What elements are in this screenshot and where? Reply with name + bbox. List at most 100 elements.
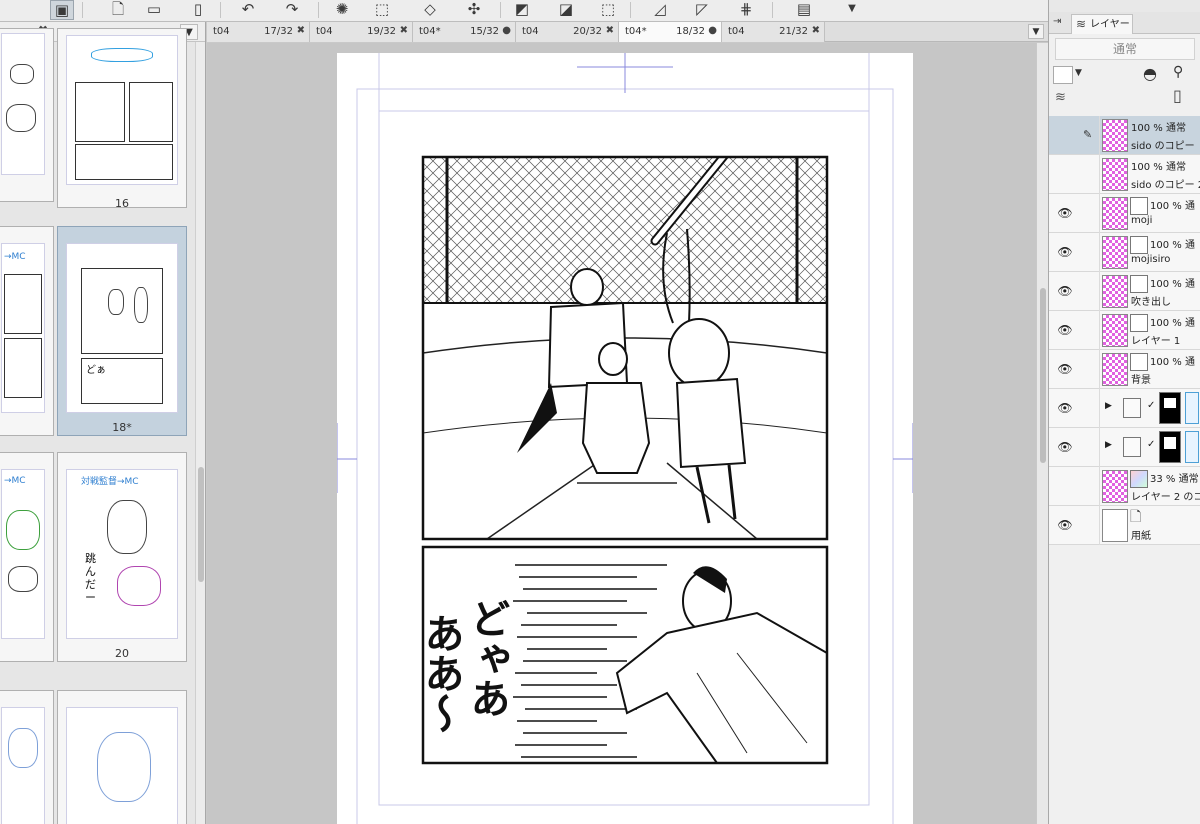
layer-row[interactable]: ✎ 100 % 通常 sido のコピー	[1049, 116, 1200, 155]
select-icon[interactable]: ◪	[554, 0, 578, 20]
export-icon[interactable]: ▤	[792, 0, 816, 20]
eye-icon[interactable]: 👁	[1054, 283, 1076, 299]
edit-target-column[interactable]	[1079, 467, 1100, 506]
tab-doc-4[interactable]: t04 20/32 ✖	[516, 22, 619, 42]
edit-target-column[interactable]	[1079, 428, 1100, 467]
tab-doc-6[interactable]: t04 21/32 ✖	[722, 22, 825, 42]
layer-row[interactable]: 👁 100 % 通 mojisiro	[1049, 233, 1200, 272]
modified-dot-icon[interactable]: ●	[708, 25, 717, 36]
eye-icon[interactable]: 👁	[1054, 400, 1076, 416]
undo-icon[interactable]: ↶	[236, 0, 260, 20]
fill-icon[interactable]: ◇	[418, 0, 442, 20]
layer-name: sido のコピー	[1131, 141, 1195, 152]
eye-icon[interactable]: 👁	[1054, 244, 1076, 260]
redo-icon[interactable]: ↷	[280, 0, 304, 20]
ruler-icon[interactable]: ◿	[648, 0, 672, 20]
canvas-area[interactable]: どゃあ ああ〜	[207, 43, 1036, 824]
layer-row[interactable]: 👁 100 % 通 吹き出し	[1049, 272, 1200, 311]
tab-doc-2[interactable]: t04 19/32 ✖	[310, 22, 413, 42]
close-icon[interactable]: ✖	[297, 25, 305, 36]
eye-icon[interactable]: 👁	[1054, 322, 1076, 338]
edit-target-column[interactable]	[1079, 350, 1100, 389]
chevron-down-icon[interactable]: ▼	[1075, 68, 1082, 78]
annotation-text: 跳んだー	[85, 552, 96, 604]
toolbar-separator	[500, 2, 501, 18]
transform-icon[interactable]: ⬚	[370, 0, 394, 20]
perspective-icon[interactable]: ⋕	[734, 0, 758, 20]
mask-icon[interactable]: ◓	[1143, 64, 1157, 83]
loading-icon[interactable]: ✺	[330, 0, 354, 20]
folder-icon	[1123, 437, 1141, 457]
modified-dot-icon[interactable]: ●	[502, 25, 511, 36]
open-icon[interactable]: ▭	[142, 0, 166, 20]
edit-target-column[interactable]	[1079, 233, 1100, 272]
backstop-fence	[423, 157, 827, 303]
expand-arrow-icon[interactable]: ▶	[1105, 401, 1112, 411]
layer-color-swatch[interactable]	[1053, 66, 1073, 84]
folder-icon	[1123, 398, 1141, 418]
new-layer-icon[interactable]: ▯	[1173, 86, 1182, 105]
layer-row[interactable]: 33 % 通常 レイヤー 2 のコ	[1049, 467, 1200, 506]
page-thumbnail-18[interactable]: どぁ 18*	[57, 226, 187, 436]
page-number: 18*	[112, 421, 132, 434]
close-icon[interactable]: ✖	[812, 25, 820, 36]
scrollbar-thumb[interactable]	[1040, 288, 1046, 463]
tab-layers[interactable]: ≋ レイヤー	[1071, 14, 1133, 34]
page-setup-icon[interactable]: ▣	[50, 0, 74, 20]
layer-row[interactable]: 100 % 通常 sido のコピー 2	[1049, 155, 1200, 194]
panel-collapse-icon[interactable]: ⇥	[1053, 16, 1061, 27]
layer-row[interactable]: 👁 100 % 通 背景	[1049, 350, 1200, 389]
page-thumbnail-16[interactable]: 16	[57, 28, 187, 210]
tab-doc-3[interactable]: t04* 15/32 ●	[413, 22, 516, 42]
layer-row[interactable]: 👁 100 % 通 レイヤー 1	[1049, 311, 1200, 350]
page-thumbnail-15[interactable]	[0, 28, 54, 202]
grid-icon[interactable]: ◸	[690, 0, 714, 20]
close-icon[interactable]: ✖	[400, 25, 408, 36]
visibility-toggle[interactable]	[1054, 127, 1076, 143]
page-thumbnail-21[interactable]	[0, 690, 54, 824]
eye-icon[interactable]: 👁	[1054, 361, 1076, 377]
layer-row[interactable]: 👁 100 % 通 moji	[1049, 194, 1200, 233]
eye-icon[interactable]: 👁	[1054, 205, 1076, 221]
edit-target-column[interactable]	[1079, 506, 1100, 545]
tab-doc-1[interactable]: t04 17/32 ✖	[207, 22, 310, 42]
page-thumbnail-19[interactable]: →MC	[0, 452, 54, 662]
tab-page-count: 18/32	[676, 26, 705, 37]
tab-doc-5[interactable]: t04* 18/32 ●	[619, 22, 722, 42]
close-icon[interactable]: ✖	[606, 25, 614, 36]
lock-icon[interactable]: ⚲	[1173, 64, 1183, 80]
edit-target-column[interactable]: ✎	[1079, 116, 1100, 155]
tab-list-dropdown[interactable]: ▼	[1028, 24, 1044, 39]
eye-icon[interactable]: 👁	[1054, 439, 1076, 455]
save-icon[interactable]: ▯	[186, 0, 210, 20]
clear-icon[interactable]: ✣	[462, 0, 486, 20]
canvas-vertical-scrollbar[interactable]	[1036, 43, 1048, 824]
expand-arrow-icon[interactable]: ▶	[1105, 440, 1112, 450]
page-thumbnail-22[interactable]	[57, 690, 187, 824]
layer-folder-row[interactable]: 👁 ▶ ✓	[1049, 428, 1200, 467]
visibility-toggle[interactable]	[1054, 166, 1076, 182]
page-thumbnail-17[interactable]: →MC	[0, 226, 54, 436]
toolbar-more-icon[interactable]: ▼	[840, 0, 864, 20]
edit-target-column[interactable]	[1079, 311, 1100, 350]
layer-folder-row[interactable]: 👁 ▶ ✓	[1049, 389, 1200, 428]
edit-target-column[interactable]	[1079, 272, 1100, 311]
visibility-toggle[interactable]	[1054, 478, 1076, 494]
eye-icon[interactable]: 👁	[1054, 517, 1076, 533]
new-page-icon[interactable]: 🗋	[106, 0, 130, 20]
layer-row-paper[interactable]: 👁 🗋 用紙	[1049, 506, 1200, 545]
layers-icon[interactable]: ≋	[1055, 90, 1066, 105]
manga-page[interactable]: どゃあ ああ〜	[307, 53, 947, 824]
toolbar-separator	[318, 2, 319, 18]
edit-target-column[interactable]	[1079, 389, 1100, 428]
tone-icon[interactable]: ⬚	[596, 0, 620, 20]
edit-target-column[interactable]	[1079, 194, 1100, 233]
page-list-scrollbar[interactable]	[195, 42, 205, 824]
page-thumbnail-20[interactable]: 対戦監督→MC 跳んだー 20	[57, 452, 187, 662]
scrollbar-thumb[interactable]	[198, 467, 204, 582]
edit-target-column[interactable]	[1079, 155, 1100, 194]
sketch-figure	[6, 510, 40, 550]
layers-icon: ≋	[1076, 17, 1087, 31]
blend-mode-select[interactable]: 通常	[1055, 38, 1195, 60]
clear-outside-icon[interactable]: ◩	[510, 0, 534, 20]
